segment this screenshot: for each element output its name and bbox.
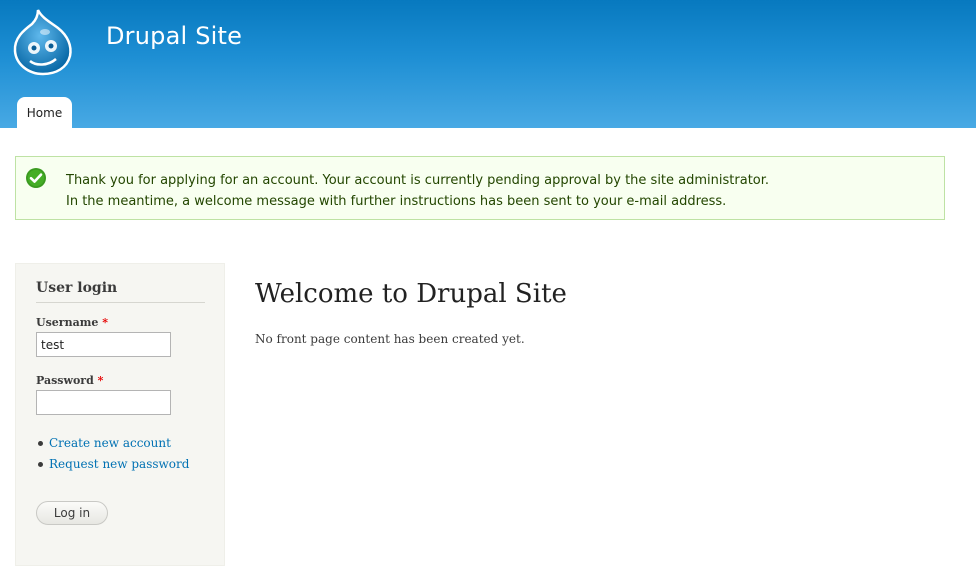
bullet-icon — [38, 462, 43, 467]
password-label: Password * — [36, 374, 103, 387]
page-body-text: No front page content has been created y… — [255, 332, 525, 346]
password-input[interactable] — [36, 390, 171, 415]
required-marker: * — [102, 316, 108, 329]
request-password-link[interactable]: Request new password — [49, 457, 189, 471]
status-text: Thank you for applying for an account. Y… — [66, 170, 769, 212]
drupal-drop-icon[interactable] — [12, 8, 74, 76]
list-item: Request new password — [38, 457, 189, 478]
list-item: Create new account — [38, 436, 189, 457]
check-circle-icon — [26, 168, 46, 188]
required-marker: * — [97, 374, 104, 387]
sidebar-first: User login Username * Password * Create … — [15, 263, 225, 566]
username-input[interactable] — [36, 332, 171, 357]
site-name[interactable]: Drupal Site — [106, 22, 242, 50]
password-label-text: Password — [36, 374, 94, 387]
create-account-link[interactable]: Create new account — [49, 436, 171, 450]
status-message: Thank you for applying for an account. Y… — [15, 156, 945, 220]
username-label: Username * — [36, 316, 108, 329]
page-title: Welcome to Drupal Site — [255, 279, 567, 309]
status-line: In the meantime, a welcome message with … — [66, 194, 727, 209]
username-label-text: Username — [36, 316, 99, 329]
log-in-button[interactable]: Log in — [36, 501, 108, 525]
tab-home[interactable]: Home — [17, 97, 72, 128]
bullet-icon — [38, 441, 43, 446]
login-links: Create new account Request new password — [38, 436, 189, 478]
block-title-user-login: User login — [36, 280, 205, 303]
site-header: Drupal Site Home — [0, 0, 976, 128]
status-line: Thank you for applying for an account. Y… — [66, 173, 770, 188]
